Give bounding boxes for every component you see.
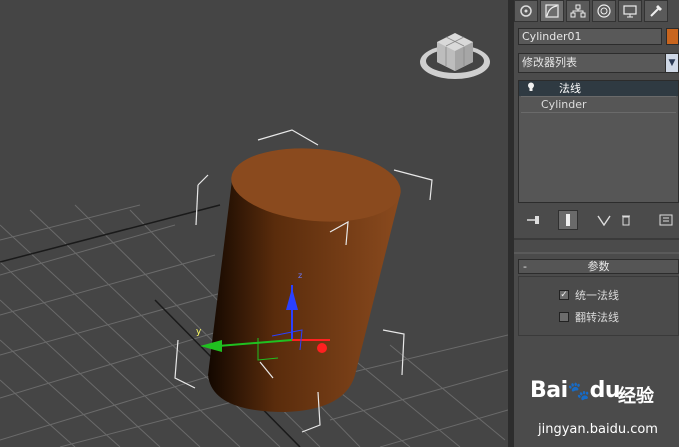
pin-stack-button[interactable] — [524, 210, 544, 230]
pin-icon — [527, 216, 539, 224]
command-panel: Cylinder01 修改器列表 ▼ 法线 Cylinder - 参数 ✓ 统一… — [514, 0, 679, 447]
flip-normals-option[interactable]: 翻转法线 — [559, 310, 619, 324]
end-result-icon — [566, 214, 570, 226]
motion-tab[interactable] — [592, 0, 616, 22]
object-color-swatch[interactable] — [666, 28, 679, 45]
panel-separator — [514, 238, 679, 240]
configure-icon — [659, 214, 673, 226]
parameters-rollout-header[interactable]: - 参数 — [518, 259, 679, 274]
configure-modifier-sets-button[interactable] — [656, 210, 676, 230]
panel-separator — [514, 252, 679, 254]
motion-icon — [597, 4, 611, 18]
display-icon — [623, 5, 637, 18]
modify-tab[interactable] — [540, 0, 564, 22]
viewcube-icon[interactable] — [420, 33, 490, 79]
stack-divider — [521, 112, 676, 113]
make-unique-icon — [597, 215, 611, 226]
show-end-result-button[interactable] — [558, 210, 578, 230]
display-tab[interactable] — [618, 0, 642, 22]
object-name-field[interactable]: Cylinder01 — [518, 28, 662, 45]
parameters-rollout: ✓ 统一法线 翻转法线 — [518, 276, 679, 336]
collapse-icon[interactable]: - — [523, 260, 527, 273]
chevron-down-icon[interactable]: ▼ — [665, 54, 678, 72]
unify-normals-checkbox[interactable]: ✓ — [559, 290, 569, 300]
command-panel-tabs — [514, 0, 679, 24]
axis-y-label: y — [196, 327, 202, 337]
modifier-list-dropdown[interactable]: 修改器列表 ▼ — [518, 53, 679, 73]
stack-item-normal[interactable]: 法线 — [519, 81, 678, 96]
utilities-tab[interactable] — [644, 0, 668, 22]
hierarchy-tab[interactable] — [566, 0, 590, 22]
flip-normals-label: 翻转法线 — [575, 311, 619, 324]
cylinder-object[interactable] — [208, 142, 404, 412]
trash-icon — [622, 215, 630, 226]
stack-item-label: 法线 — [559, 82, 581, 95]
create-icon — [520, 5, 532, 17]
lightbulb-icon[interactable] — [527, 81, 535, 96]
perspective-viewport[interactable]: y z — [0, 0, 508, 447]
create-tab[interactable] — [514, 0, 538, 22]
modifier-stack[interactable]: 法线 Cylinder — [518, 80, 679, 203]
make-unique-button[interactable] — [594, 210, 614, 230]
hierarchy-icon — [570, 4, 586, 18]
unify-normals-option[interactable]: ✓ 统一法线 — [559, 288, 619, 302]
utilities-icon — [650, 5, 662, 17]
modifier-list-label: 修改器列表 — [522, 56, 577, 69]
stack-item-label: Cylinder — [541, 98, 587, 111]
remove-modifier-button[interactable] — [616, 210, 636, 230]
unify-normals-label: 统一法线 — [575, 289, 619, 302]
viewport-canvas[interactable]: y z — [0, 0, 508, 447]
rollout-title: 参数 — [587, 260, 610, 273]
flip-normals-checkbox[interactable] — [559, 312, 569, 322]
axis-z-label: z — [298, 271, 302, 280]
modify-icon — [545, 4, 559, 18]
stack-item-cylinder[interactable]: Cylinder — [519, 97, 678, 112]
stack-toolbar — [518, 210, 679, 232]
